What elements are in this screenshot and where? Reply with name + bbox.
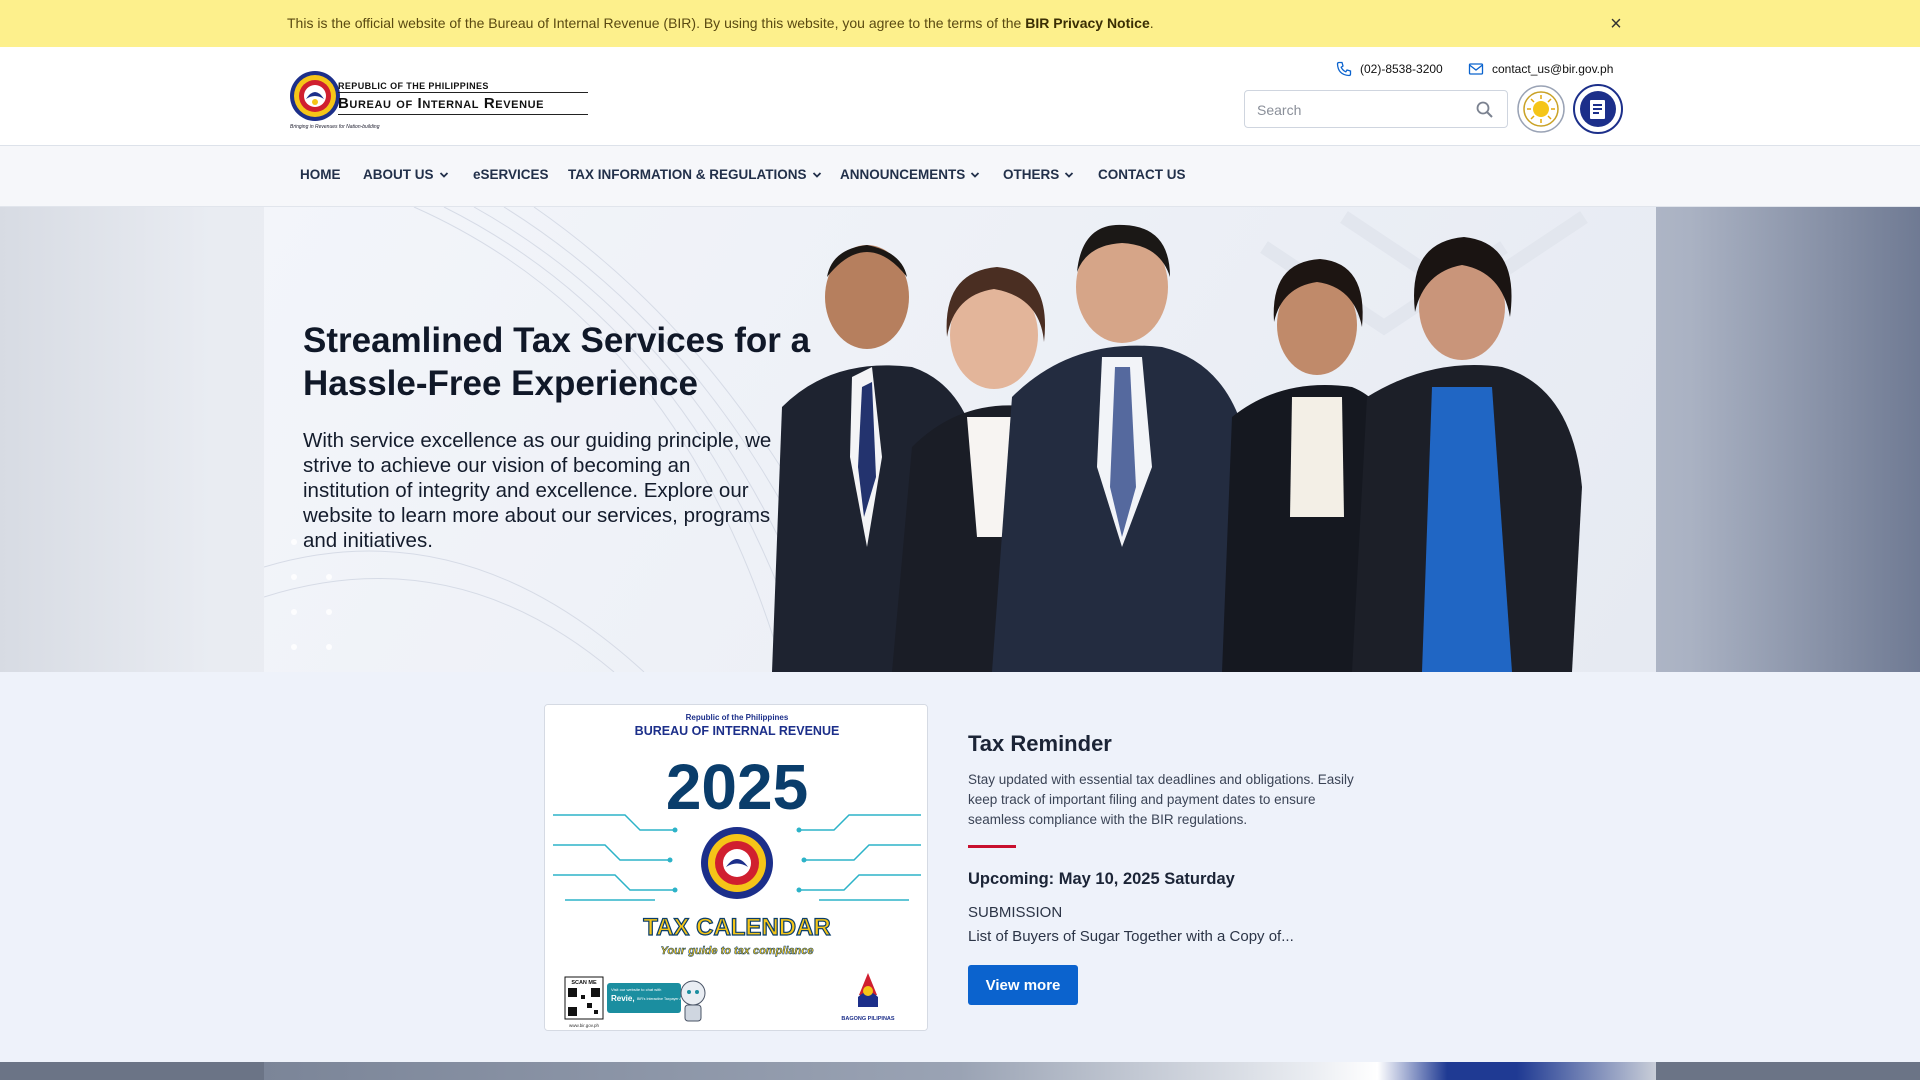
nav-label: ANNOUNCEMENTS [840, 167, 966, 182]
nav-announcements[interactable]: ANNOUNCEMENTS [840, 167, 980, 182]
tax-calendar-card[interactable]: Republic of the Philippines BUREAU OF IN… [544, 704, 928, 1031]
tax-calendar-image: Republic of the Philippines BUREAU OF IN… [545, 705, 927, 1030]
calendar-title: TAX CALENDAR [643, 914, 831, 941]
chevron-down-icon [439, 171, 448, 178]
hero-title: Streamlined Tax Services for a Hassle-Fr… [303, 321, 811, 403]
mail-icon [1468, 63, 1484, 75]
reminder-item: List of Buyers of Sugar Together with a … [968, 928, 1294, 945]
nav-home[interactable]: HOME [300, 167, 341, 182]
tax-reminder-title: Tax Reminder [968, 731, 1112, 756]
search-input[interactable] [1257, 100, 1457, 120]
brand-divider [338, 92, 588, 93]
calendar-tagline: Your guide to tax compliance [660, 945, 813, 957]
notice-text: This is the official website of the Bure… [287, 15, 1154, 31]
brand-name[interactable]: Bureau of Internal Revenue [338, 95, 544, 112]
foi-seal-icon[interactable] [1573, 84, 1623, 134]
calendar-year: 2025 [666, 751, 808, 823]
nav-others[interactable]: OTHERS [1003, 167, 1074, 182]
chevron-down-icon [971, 171, 980, 178]
nav-label: ABOUT US [363, 167, 434, 182]
nav-about-us[interactable]: ABOUT US [363, 167, 449, 182]
calendar-url: www.bir.gov.ph [569, 1023, 599, 1028]
nav-eservices[interactable]: eSERVICES [473, 167, 549, 182]
hero-banner: Streamlined Tax Services for a Hassle-Fr… [264, 207, 1656, 672]
view-more-button[interactable]: View more [968, 965, 1078, 1005]
official-portrait [1352, 237, 1582, 672]
calendar-chat: Visit our website to chat with [611, 987, 661, 992]
brand-republic: Republic of the Philippines [338, 81, 489, 91]
notice-period: . [1149, 15, 1154, 31]
privacy-notice-link[interactable]: BIR Privacy Notice [1025, 15, 1150, 31]
accent-divider [968, 845, 1016, 848]
tax-reminder-description: Stay updated with essential tax deadline… [968, 772, 1354, 827]
nav-contact-us[interactable]: CONTACT US [1098, 167, 1186, 182]
chevron-down-icon [812, 171, 821, 178]
calendar-scan: SCAN ME [571, 980, 597, 986]
brand-divider-bottom [338, 114, 588, 115]
bir-logo[interactable] [288, 69, 342, 123]
privacy-notice-bar: This is the official website of the Bure… [0, 0, 1920, 47]
calendar-revie: Revie, [611, 994, 635, 1003]
reminder-type: SUBMISSION [968, 904, 1063, 921]
phone-icon [1336, 61, 1352, 77]
email-address: contact_us@bir.gov.ph [1492, 62, 1614, 76]
nav-tax-information[interactable]: TAX INFORMATION & REGULATIONS [568, 167, 822, 182]
contact-email[interactable]: contact_us@bir.gov.ph [1468, 61, 1613, 77]
calendar-bureau: BUREAU OF INTERNAL REVENUE [635, 724, 840, 738]
logo-tagline: Bringing in Revenues for Nation-building [290, 124, 380, 130]
chevron-down-icon [1065, 171, 1074, 178]
contact-phone[interactable]: (02)-8538-3200 [1336, 61, 1443, 77]
nav-label: CONTACT US [1098, 167, 1186, 182]
search-box [1244, 90, 1508, 128]
main-navigation: HOME ABOUT US eSERVICES TAX INFORMATION … [0, 146, 1920, 207]
calendar-bagong: BAGONG PILIPINAS [841, 1016, 895, 1022]
upcoming-date: Upcoming: May 10, 2025 Saturday [968, 870, 1235, 888]
search-icon[interactable] [1475, 100, 1495, 120]
nav-label: OTHERS [1003, 167, 1060, 182]
hero-description: With service excellence as our guiding p… [303, 429, 772, 552]
site-header: Bringing in Revenues for Nation-building… [0, 47, 1920, 146]
transparency-seal-icon[interactable] [1517, 85, 1565, 133]
close-icon[interactable]: × [1604, 12, 1628, 36]
nav-label: HOME [300, 167, 341, 182]
phone-number: (02)-8538-3200 [1360, 62, 1443, 76]
next-section-banner [264, 1062, 1656, 1080]
nav-label: eSERVICES [473, 167, 549, 182]
nav-label: TAX INFORMATION & REGULATIONS [568, 167, 807, 182]
calendar-republic: Republic of the Philippines [686, 713, 789, 722]
notice-message: This is the official website of the Bure… [287, 15, 1026, 31]
officials-photo [772, 224, 1582, 672]
